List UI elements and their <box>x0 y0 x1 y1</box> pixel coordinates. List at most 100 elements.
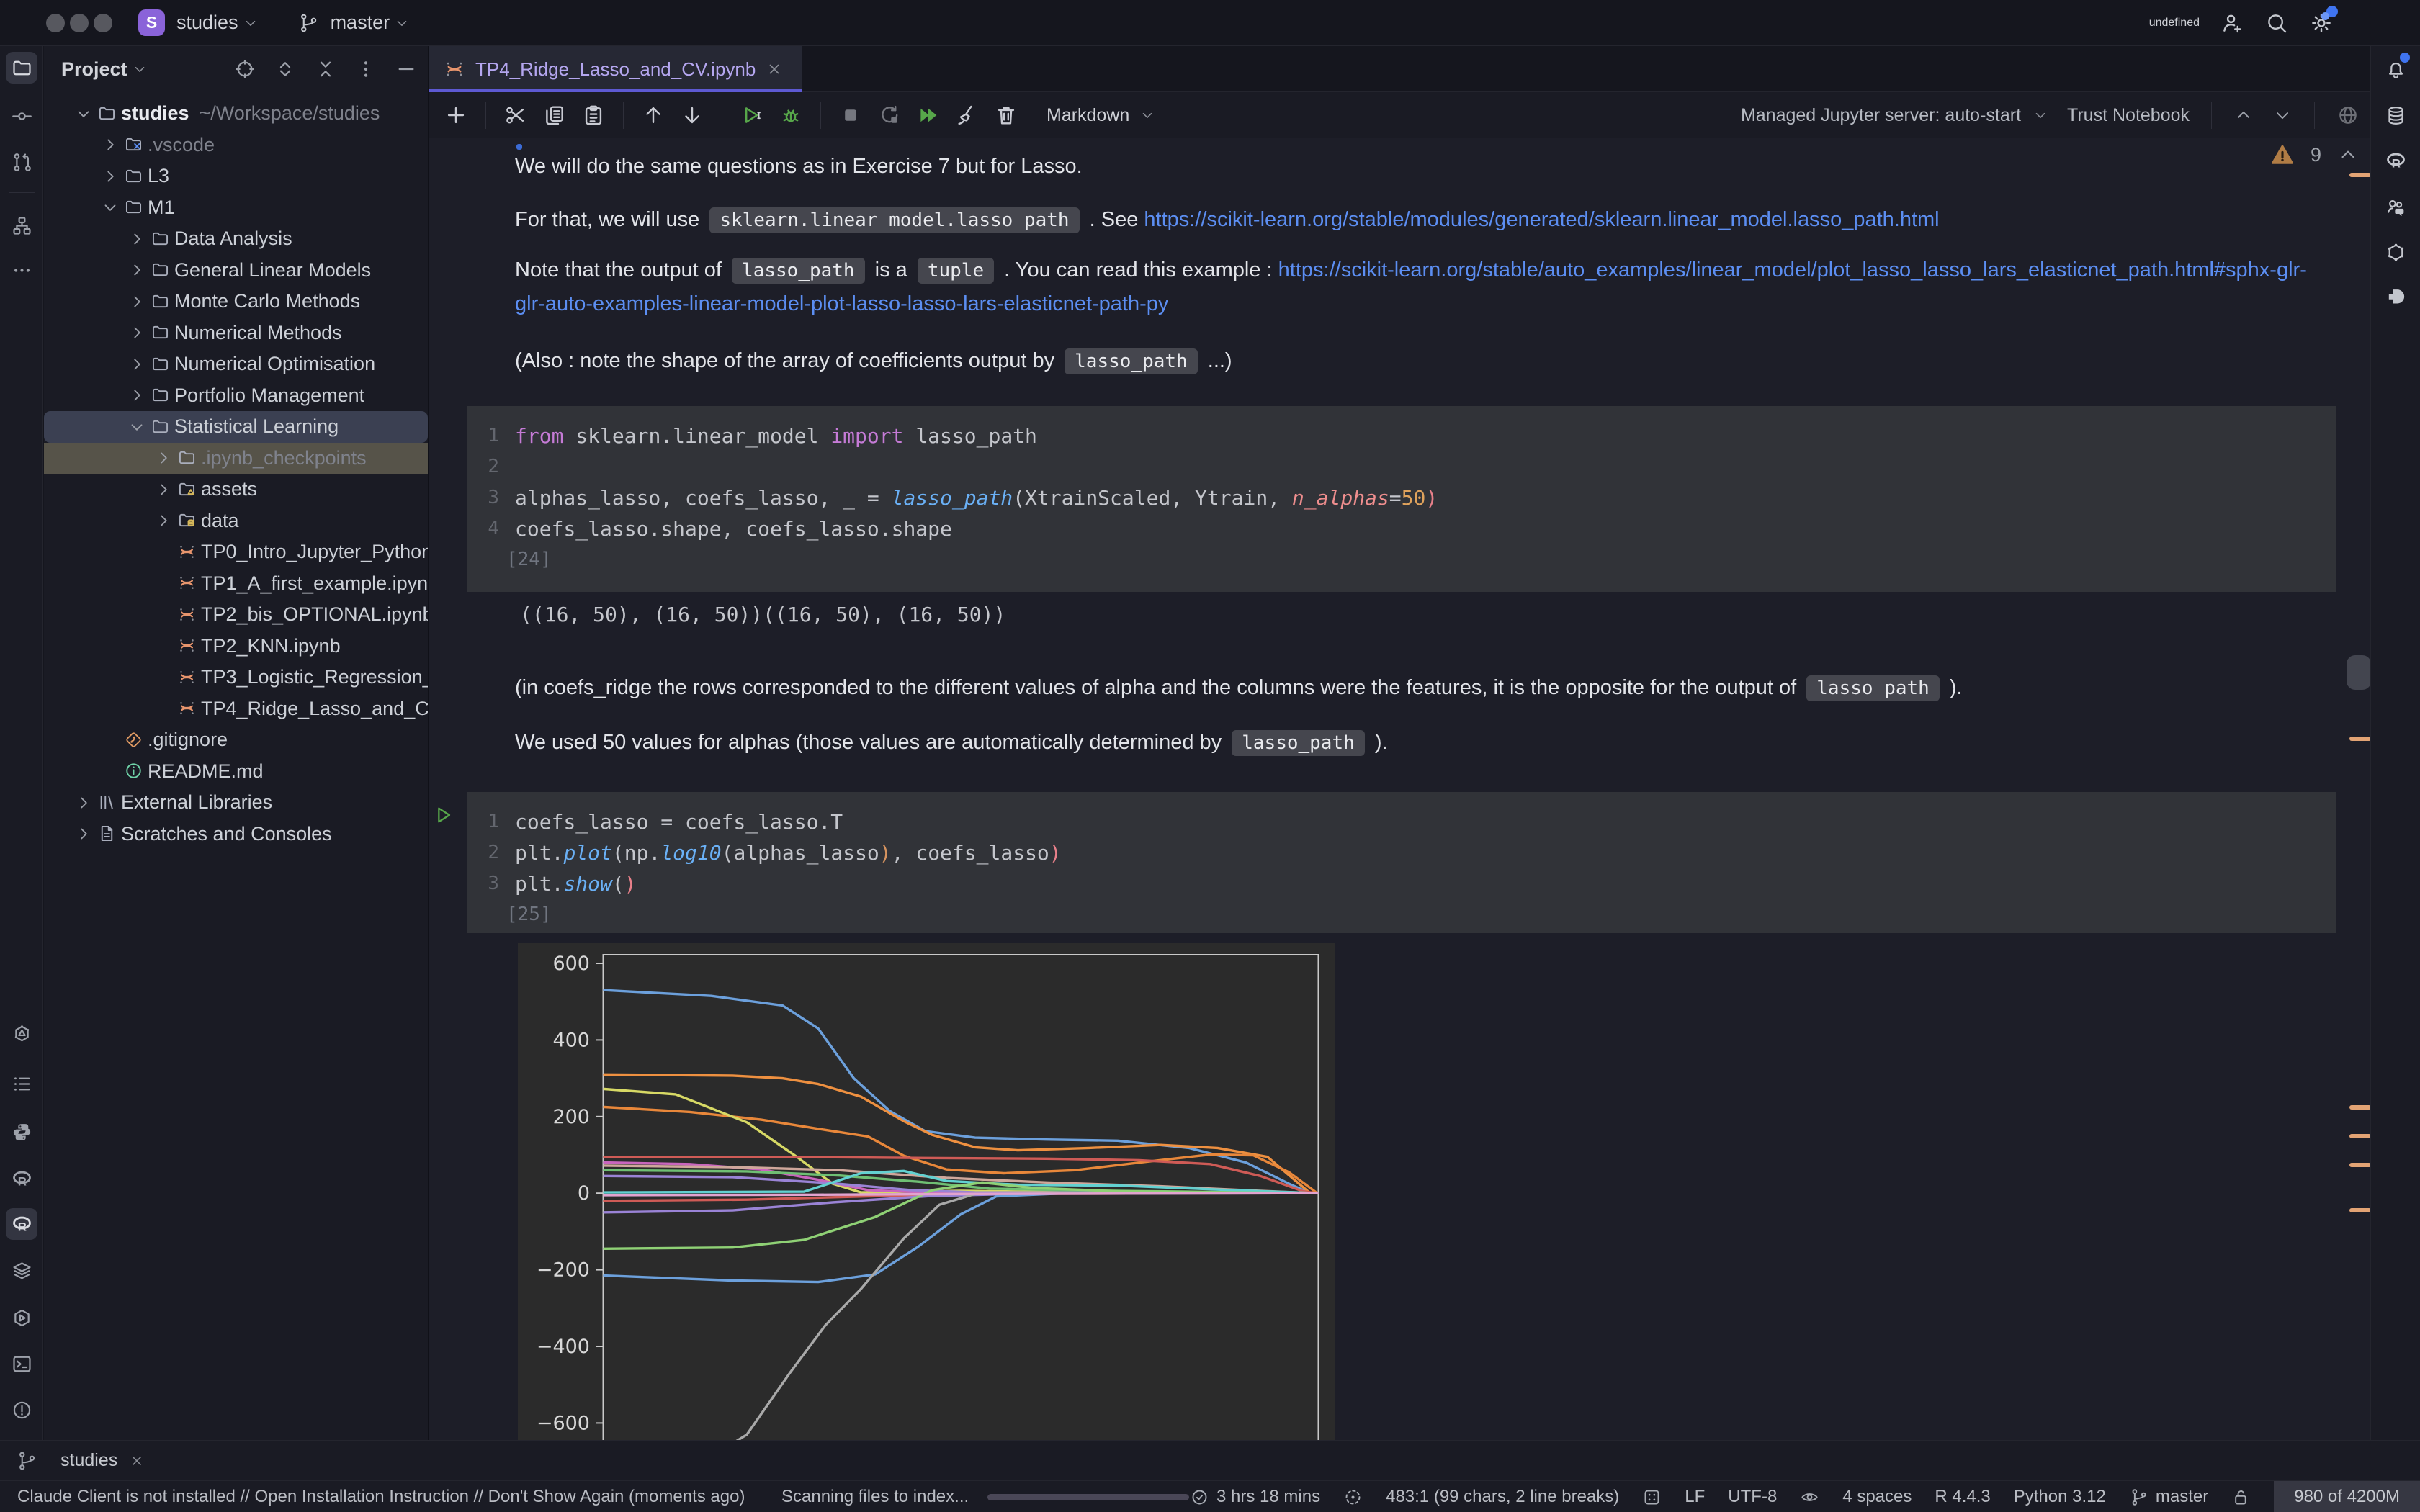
project-switcher[interactable]: studies <box>176 12 238 34</box>
scrollbar-warning-mark[interactable] <box>2349 1134 2370 1138</box>
markdown-link[interactable]: glr-auto-examples-linear-model-plot-lass… <box>515 292 1168 315</box>
lock-open-icon[interactable] <box>2231 1488 2251 1507</box>
stop-kernel-button[interactable] <box>838 103 863 127</box>
scrollbar-warning-mark[interactable] <box>2349 173 2370 177</box>
chevron-down-icon[interactable] <box>73 104 94 123</box>
cut-cell-button[interactable] <box>503 103 528 127</box>
close-icon[interactable] <box>766 60 783 78</box>
tree-row-tp0-intro-jupyter-python-ip[interactable]: TP0_Intro_Jupyter_Python.ip <box>44 536 428 568</box>
project-folder-icon[interactable] <box>6 52 37 84</box>
tree-row--vscode[interactable]: .vscode <box>44 130 428 161</box>
tree-row-general-linear-models[interactable]: General Linear Models <box>44 255 428 287</box>
debug-cell-button[interactable] <box>779 103 803 127</box>
chevron-right-icon[interactable] <box>126 292 148 311</box>
chevron-right-icon[interactable] <box>73 793 94 812</box>
window-close-button[interactable] <box>46 14 65 32</box>
tree-row--gitignore[interactable]: .gitignore <box>44 724 428 756</box>
clear-outputs-button[interactable] <box>955 103 980 127</box>
editor-scrollbar-thumb[interactable] <box>2347 655 2370 690</box>
add-cell-button[interactable] <box>444 103 468 127</box>
tree-row-data[interactable]: data <box>44 505 428 537</box>
tree-row-data-analysis[interactable]: Data Analysis <box>44 223 428 255</box>
tree-row-readme-md[interactable]: README.md <box>44 756 428 788</box>
locate-file-icon[interactable] <box>233 58 256 81</box>
project-badge[interactable]: S <box>138 9 165 36</box>
copy-cell-button[interactable] <box>542 103 567 127</box>
memory-indicator[interactable]: 980 of 4200M <box>2274 1481 2420 1512</box>
chevron-right-icon[interactable] <box>153 449 174 467</box>
chevron-right-icon[interactable] <box>99 167 121 186</box>
r-version-widget[interactable]: R 4.4.3 <box>1935 1487 1990 1507</box>
chevron-down-icon[interactable] <box>99 198 121 217</box>
ai-assistant-icon[interactable] <box>2380 236 2411 268</box>
python-packages-icon[interactable] <box>6 1116 37 1148</box>
window-zoom-button[interactable] <box>94 14 112 32</box>
project-panel-title[interactable]: Project <box>61 58 127 81</box>
code-cell[interactable]: 1coefs_lasso = coefs_lasso.T2plt.plot(np… <box>467 792 2336 933</box>
markdown-link[interactable]: https://scikit-learn.org/stable/modules/… <box>1144 208 1939 231</box>
scrollbar-warning-mark[interactable] <box>2349 737 2370 741</box>
commit-icon[interactable] <box>6 100 37 132</box>
chevron-right-icon[interactable] <box>153 480 174 499</box>
scrollbar-warning-mark[interactable] <box>2349 1208 2370 1212</box>
window-minimize-button[interactable] <box>70 14 89 32</box>
scrollbar-warning-mark[interactable] <box>2349 1105 2370 1110</box>
chevron-down-icon[interactable] <box>126 418 148 436</box>
toolwindow-tab-studies[interactable]: studies <box>60 1450 145 1471</box>
branch-switcher[interactable]: master <box>297 12 411 34</box>
tree-row-tp2-bis-optional-ipynb[interactable]: TP2_bis_OPTIONAL.ipynb <box>44 599 428 631</box>
chevron-right-icon[interactable] <box>126 355 148 374</box>
r-console-icon[interactable]: R <box>6 1163 37 1194</box>
search-icon[interactable] <box>2264 11 2289 35</box>
tree-row-scratches-and-consoles[interactable]: Scratches and Consoles <box>44 819 428 850</box>
problems-icon[interactable] <box>6 1394 37 1426</box>
trust-notebook-button[interactable]: Trust Notebook <box>2067 105 2190 126</box>
kernel-grid-icon[interactable] <box>1642 1488 1662 1507</box>
jupyter-server-selector[interactable]: Managed Jupyter server: auto-start <box>1741 105 2048 126</box>
tree-row-statistical-learning[interactable]: Statistical Learning <box>44 411 428 443</box>
git-branch-widget[interactable]: master <box>2129 1487 2208 1507</box>
r-console-icon[interactable]: R <box>2380 145 2411 176</box>
eye-icon[interactable] <box>1800 1488 1819 1507</box>
collapse-all-icon[interactable] <box>314 58 337 81</box>
chevron-down-icon[interactable] <box>2272 105 2293 125</box>
cell-type-dropdown[interactable]: Markdown <box>1047 105 1155 126</box>
markdown-link[interactable]: https://scikit-learn.org/stable/auto_exa… <box>1278 258 2307 282</box>
layers-icon[interactable] <box>6 1255 37 1287</box>
tree-row-numerical-methods[interactable]: Numerical Methods <box>44 318 428 349</box>
tree-row-tp1-a-first-example-ipynb[interactable]: TP1_A_first_example.ipynb <box>44 568 428 600</box>
plugins-icon[interactable] <box>2380 281 2411 312</box>
indent-widget[interactable]: 4 spaces <box>1842 1487 1912 1507</box>
add-person-icon[interactable] <box>2220 11 2244 35</box>
run-cell-gutter-icon[interactable] <box>432 804 455 827</box>
scrollbar-warning-mark[interactable] <box>2349 1163 2370 1167</box>
tree-row-portfolio-management[interactable]: Portfolio Management <box>44 380 428 412</box>
tree-row-tp4-ridge-lasso-and-cv-ip[interactable]: TP4_Ridge_Lasso_and_CV.ip <box>44 693 428 725</box>
tree-row-l3[interactable]: L3 <box>44 161 428 192</box>
structure-icon[interactable] <box>6 210 37 241</box>
chevron-right-icon[interactable] <box>126 323 148 342</box>
notifications-icon[interactable] <box>2380 53 2411 84</box>
delete-cell-button[interactable] <box>994 103 1018 127</box>
session-duration[interactable]: 3 hrs 18 mins <box>1190 1487 1320 1507</box>
chevron-right-icon[interactable] <box>126 261 148 279</box>
tree-row-tp3-logistic-regression-an[interactable]: TP3_Logistic_Regression_an <box>44 662 428 693</box>
services-icon[interactable] <box>6 1302 37 1333</box>
run-cell-button[interactable] <box>740 103 764 127</box>
chevron-right-icon[interactable] <box>153 511 174 530</box>
chevron-right-icon[interactable] <box>126 230 148 248</box>
close-icon[interactable] <box>129 1453 145 1469</box>
status-message[interactable]: Claude Client is not installed // Open I… <box>17 1481 745 1512</box>
code-cell[interactable]: 1from sklearn.linear_model import lasso_… <box>467 406 2336 592</box>
chevron-right-icon[interactable] <box>99 135 121 154</box>
todo-list-icon[interactable] <box>6 1068 37 1099</box>
tree-row--ipynb-checkpoints[interactable]: .ipynb_checkpoints <box>44 443 428 474</box>
pull-request-icon[interactable] <box>6 146 37 178</box>
tree-row-assets[interactable]: assets <box>44 474 428 505</box>
tab-notebook[interactable]: TP4_Ridge_Lasso_and_CV.ipynb <box>429 46 802 92</box>
restart-kernel-button[interactable] <box>877 103 902 127</box>
python-interpreter-widget[interactable]: Python 3.12 <box>2014 1487 2106 1507</box>
chevron-right-icon[interactable] <box>126 386 148 405</box>
paste-cell-button[interactable] <box>581 103 606 127</box>
move-cell-up-button[interactable] <box>641 103 666 127</box>
